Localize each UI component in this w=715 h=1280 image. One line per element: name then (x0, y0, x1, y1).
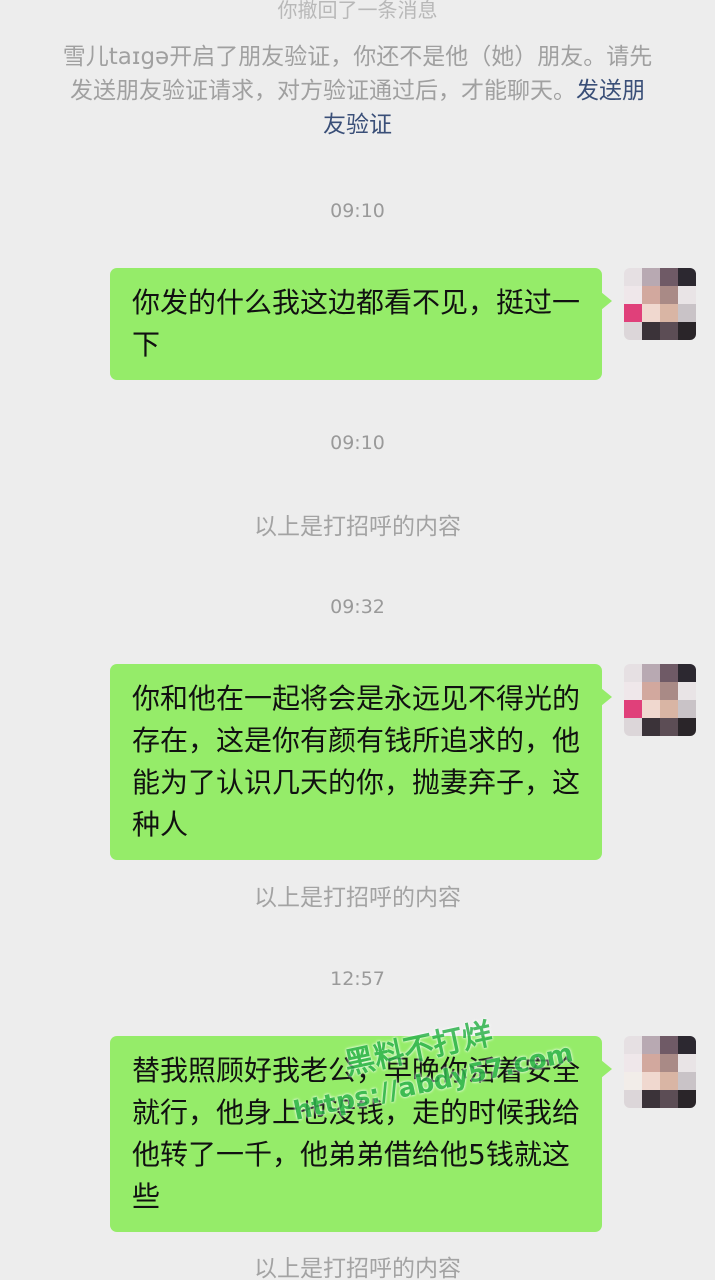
timestamp: 09:10 (330, 200, 385, 222)
avatar[interactable] (624, 1036, 696, 1108)
avatar[interactable] (624, 664, 696, 736)
message-text: 你和他在一起将会是永远见不得光的存在，这是你有颜有钱所追求的，他能为了认识几天的… (132, 682, 581, 841)
timestamp: 12:57 (330, 968, 385, 990)
recalled-message-notice: 你撤回了一条消息 (277, 0, 438, 22)
outgoing-message-bubble[interactable]: 你和他在一起将会是永远见不得光的存在，这是你有颜有钱所追求的，他能为了认识几天的… (110, 664, 612, 860)
message-text: 你发的什么我这边都看不见，挺过一下 (132, 286, 581, 361)
outgoing-message-bubble[interactable]: 你发的什么我这边都看不见，挺过一下 (110, 268, 612, 380)
greeting-content-notice: 以上是打招呼的内容 (254, 514, 461, 540)
greeting-content-notice: 以上是打招呼的内容 (254, 885, 461, 911)
friend-verification-notice: 雪儿taɪgə开启了朋友验证，你还不是他（她）朋友。请先发送朋友验证请求，对方验… (60, 40, 655, 142)
greeting-content-notice: 以上是打招呼的内容 (254, 1256, 461, 1280)
chat-screen: 你撤回了一条消息 雪儿taɪgə开启了朋友验证，你还不是他（她）朋友。请先发送朋… (0, 0, 715, 1280)
avatar[interactable] (624, 268, 696, 340)
timestamp: 09:10 (330, 432, 385, 454)
timestamp: 09:32 (330, 596, 385, 618)
verification-notice-text: 雪儿taɪgə开启了朋友验证，你还不是他（她）朋友。请先发送朋友验证请求，对方验… (62, 44, 653, 104)
